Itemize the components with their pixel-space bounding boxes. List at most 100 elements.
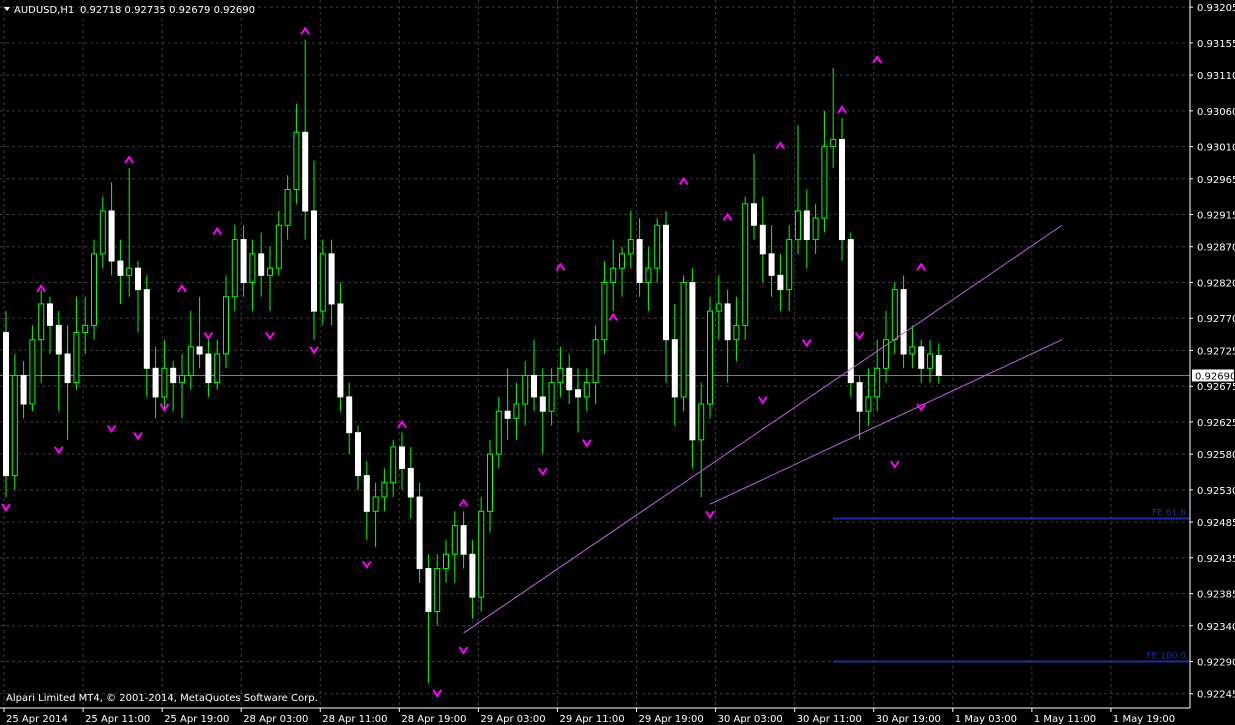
candle-body <box>865 396 872 412</box>
candle-body <box>478 510 485 598</box>
time-tick-label: 28 Apr 11:00 <box>322 714 387 725</box>
candle-body <box>671 339 678 398</box>
price-tick-label: 0.92770 <box>1197 314 1235 325</box>
candle-body <box>469 553 476 598</box>
candle-body <box>108 210 115 262</box>
candle-body <box>487 453 493 512</box>
candle-body <box>513 403 520 419</box>
price-tick-label: 0.93060 <box>1197 107 1235 118</box>
candle-body <box>839 138 845 241</box>
chart-background <box>0 0 1235 725</box>
candle-body <box>82 324 89 334</box>
price-tick-label: 0.92245 <box>1197 690 1235 701</box>
candle-body <box>539 396 546 412</box>
candle-body <box>196 346 203 355</box>
candle-body <box>610 267 617 283</box>
candle-body <box>891 289 898 341</box>
candle-body <box>592 339 599 384</box>
price-tick-label: 0.92580 <box>1197 450 1235 461</box>
time-tick-label: 30 Apr 03:00 <box>718 714 783 725</box>
candle-body <box>249 253 256 283</box>
candle-body <box>223 296 229 355</box>
candle-body <box>566 367 573 391</box>
candle-body <box>557 367 564 384</box>
candle-body <box>812 217 819 241</box>
price-tick-label: 0.92625 <box>1197 418 1235 429</box>
candle-body <box>284 189 291 226</box>
candle-body <box>759 224 766 255</box>
candle-body <box>355 432 361 477</box>
candle-body <box>601 281 608 341</box>
candle-body <box>830 138 837 148</box>
candle-body <box>856 382 863 412</box>
candle-body <box>267 267 273 276</box>
candle-body <box>724 303 731 341</box>
price-tick-label: 0.92530 <box>1197 486 1235 497</box>
candle-body <box>20 374 27 405</box>
candle-body <box>231 239 238 298</box>
candle-body <box>460 525 467 555</box>
candle-body <box>636 239 643 283</box>
price-tick-label: 0.92435 <box>1197 554 1235 565</box>
candle-body <box>390 446 397 484</box>
candle-body <box>645 267 652 283</box>
candle-body <box>874 367 881 398</box>
candle-body <box>11 374 18 477</box>
candle-body <box>73 332 80 384</box>
candle-body <box>495 410 502 455</box>
candle-body <box>372 496 379 512</box>
candle-body <box>363 475 370 512</box>
time-tick-label: 28 Apr 03:00 <box>243 714 308 725</box>
candle-body <box>143 289 150 369</box>
time-tick-label: 30 Apr 19:00 <box>876 714 941 725</box>
candle-body <box>663 224 669 341</box>
price-chart[interactable]: FE 61.8FE 100.0 0.932050.931550.931100.9… <box>0 0 1235 725</box>
candle-body <box>733 324 740 341</box>
price-tick-label: 0.92965 <box>1197 175 1235 186</box>
candle-body <box>328 253 335 305</box>
candle-body <box>55 324 62 355</box>
current-price-label: 0.92690 <box>1195 371 1235 382</box>
time-tick-label: 1 May 03:00 <box>955 714 1017 725</box>
candle-body <box>786 239 793 291</box>
price-tick-label: 0.93010 <box>1197 143 1235 154</box>
candle-body <box>847 239 854 384</box>
candle-body <box>152 367 159 398</box>
candle-body <box>777 274 784 291</box>
candle-body <box>187 346 194 376</box>
time-tick-label: 29 Apr 03:00 <box>480 714 545 725</box>
candle-body <box>293 131 300 191</box>
price-tick-label: 0.92725 <box>1197 346 1235 357</box>
time-tick-label: 29 Apr 11:00 <box>559 714 624 725</box>
candle-body <box>768 253 775 276</box>
candle-body <box>425 568 432 612</box>
candle-body <box>275 224 282 269</box>
candle-body <box>522 374 529 405</box>
candle-body <box>99 210 106 255</box>
candle-body <box>135 267 141 291</box>
candle-body <box>214 353 221 384</box>
ohlc-readout: 0.92718 0.92735 0.92679 0.92690 <box>80 5 255 16</box>
candle-body <box>91 253 97 326</box>
candle-body <box>619 253 625 269</box>
time-tick-label: 28 Apr 19:00 <box>401 714 466 725</box>
price-tick-label: 0.92340 <box>1197 622 1235 633</box>
time-tick-label: 30 Apr 11:00 <box>797 714 862 725</box>
candle-body <box>900 289 907 355</box>
candle-body <box>918 346 925 369</box>
candle-body <box>803 210 810 241</box>
price-tick-label: 0.92485 <box>1197 518 1235 529</box>
candle-body <box>64 353 71 384</box>
candle-body <box>689 281 696 441</box>
candle-body <box>407 467 414 498</box>
candle-body <box>416 496 423 570</box>
candle-body <box>381 482 388 498</box>
candle-body <box>3 332 9 477</box>
candle-body <box>161 367 168 398</box>
candle-body <box>821 146 828 219</box>
candle-body <box>548 382 555 412</box>
candle-body <box>751 203 757 226</box>
candle-body <box>680 281 687 398</box>
candle-body <box>346 396 353 434</box>
candle-body <box>531 374 537 398</box>
